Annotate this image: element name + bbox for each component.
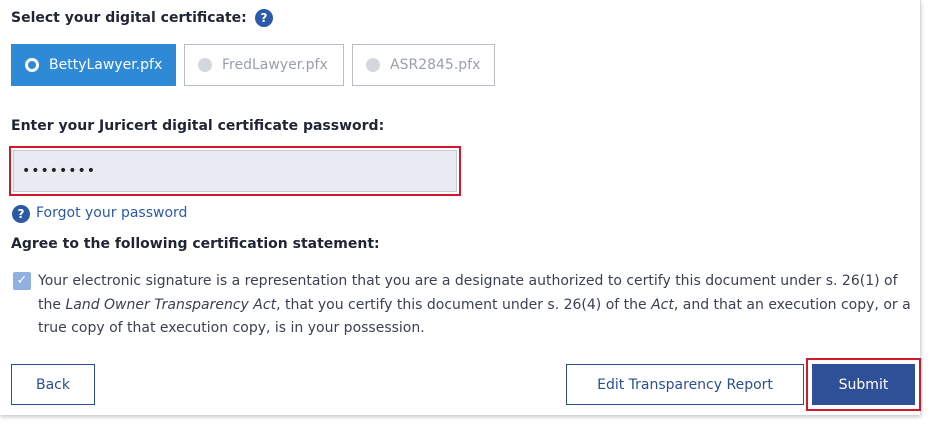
forgot-password-link[interactable]: Forgot your password bbox=[36, 205, 187, 221]
submit-button[interactable]: Submit bbox=[812, 364, 915, 405]
help-icon: ? bbox=[12, 205, 30, 223]
certification-label: Agree to the following certification sta… bbox=[11, 236, 380, 252]
password-input[interactable] bbox=[13, 150, 457, 192]
certification-panel: Select your digital certificate: ? Betty… bbox=[0, 0, 921, 415]
certification-statement: Your electronic signature is a represent… bbox=[38, 270, 918, 341]
password-label: Enter your Juricert digital certificate … bbox=[11, 118, 385, 134]
radio-icon bbox=[25, 58, 39, 72]
edit-transparency-report-button[interactable]: Edit Transparency Report bbox=[566, 364, 804, 405]
certificate-option-label: ASR2845.pfx bbox=[390, 57, 481, 73]
back-button[interactable]: Back bbox=[11, 364, 95, 405]
certificate-option-label: BettyLawyer.pfx bbox=[49, 57, 163, 73]
certificate-option-asr2845[interactable]: ASR2845.pfx bbox=[352, 44, 495, 86]
certificate-option-bettylawyer[interactable]: BettyLawyer.pfx bbox=[11, 44, 176, 86]
radio-icon bbox=[366, 58, 380, 72]
submit-highlight: Submit bbox=[806, 358, 921, 411]
certificate-label: Select your digital certificate: bbox=[11, 10, 247, 26]
statement-act-short: Act bbox=[651, 296, 674, 313]
password-highlight bbox=[9, 146, 461, 196]
help-icon[interactable]: ? bbox=[255, 9, 273, 27]
statement-act-name: Land Owner Transparency Act bbox=[65, 296, 277, 313]
certificate-option-label: FredLawyer.pfx bbox=[222, 57, 328, 73]
statement-text: , that you certify this document under s… bbox=[276, 296, 652, 313]
radio-icon bbox=[198, 58, 212, 72]
certificate-option-fredlawyer[interactable]: FredLawyer.pfx bbox=[184, 44, 344, 86]
certification-checkbox[interactable]: ✓ bbox=[13, 272, 31, 290]
